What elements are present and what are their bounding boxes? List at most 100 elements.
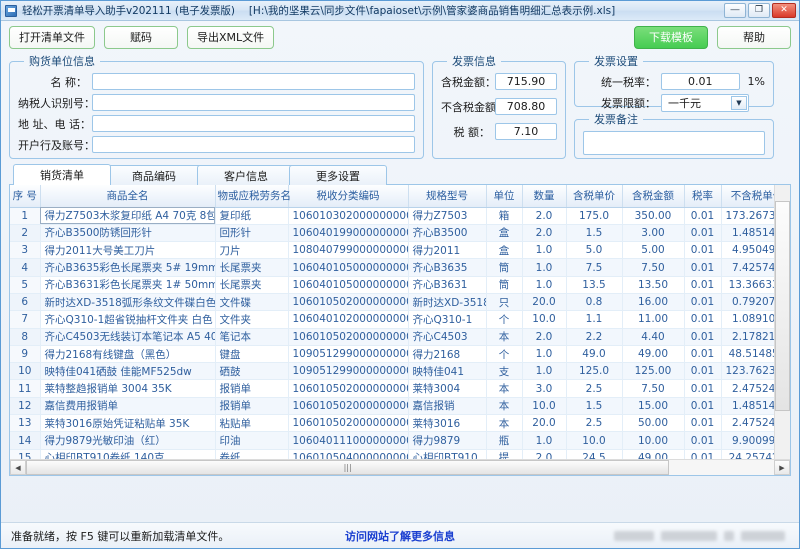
- cell-product-name[interactable]: 齐心C4503无线装订本笔记本 A5 40页: [40, 328, 215, 345]
- cell-tax-incl-price[interactable]: 1.1: [566, 311, 622, 328]
- cell-seq[interactable]: 10: [10, 363, 40, 380]
- grid-vertical-scrollbar[interactable]: [774, 185, 790, 459]
- cell-product-name[interactable]: 得力2168有线键盘（黑色）: [40, 345, 215, 362]
- cell-tax-incl-amount[interactable]: 11.00: [622, 311, 684, 328]
- cell-tax-code[interactable]: 10604019900000000000: [288, 224, 408, 241]
- cell-tax-code[interactable]: 10604010200000000000: [288, 311, 408, 328]
- cell-tax-rate[interactable]: 0.01: [684, 345, 721, 362]
- cell-unit[interactable]: 筒: [486, 276, 522, 293]
- cell-tax-incl-price[interactable]: 24.5: [566, 449, 622, 459]
- cell-product-name[interactable]: 齐心B3500防锈回形针: [40, 224, 215, 241]
- table-row[interactable]: 4齐心B3635彩色长尾票夹 5# 19mm 40只/筒长尾票夹10604010…: [10, 259, 790, 276]
- cell-spec[interactable]: 莱特3016: [408, 415, 486, 432]
- cell-tax-incl-price[interactable]: 2.2: [566, 328, 622, 345]
- cell-tax-rate[interactable]: 0.01: [684, 397, 721, 414]
- cell-tax-incl-price[interactable]: 13.5: [566, 276, 622, 293]
- cell-spec[interactable]: 得力Z7503: [408, 207, 486, 224]
- cell-tax-rate[interactable]: 0.01: [684, 276, 721, 293]
- table-row[interactable]: 8齐心C4503无线装订本笔记本 A5 40页笔记本10601050200000…: [10, 328, 790, 345]
- cell-tax-incl-price[interactable]: 2.5: [566, 415, 622, 432]
- cell-tax-code[interactable]: 10601050200000000000: [288, 328, 408, 345]
- cell-tax-rate[interactable]: 0.01: [684, 259, 721, 276]
- cell-seq[interactable]: 5: [10, 276, 40, 293]
- cell-service-name[interactable]: 长尾票夹: [215, 276, 288, 293]
- buyer-address-input[interactable]: [92, 115, 415, 132]
- cell-tax-incl-amount[interactable]: 4.40: [622, 328, 684, 345]
- cell-unit[interactable]: 盒: [486, 242, 522, 259]
- cell-unit[interactable]: 只: [486, 293, 522, 310]
- cell-spec[interactable]: 得力9879: [408, 432, 486, 449]
- help-button[interactable]: 帮助: [717, 26, 791, 49]
- cell-tax-incl-price[interactable]: 1.5: [566, 397, 622, 414]
- cell-unit[interactable]: 瓶: [486, 432, 522, 449]
- cell-tax-code[interactable]: 10601050400000000000: [288, 449, 408, 459]
- col-header-tax-code[interactable]: 税收分类编码: [288, 185, 408, 207]
- cell-service-name[interactable]: 刀片: [215, 242, 288, 259]
- cell-product-name[interactable]: 莱特3016原始凭证粘贴单 35K: [40, 415, 215, 432]
- cell-tax-rate[interactable]: 0.01: [684, 328, 721, 345]
- cell-spec[interactable]: 新时达XD-3518: [408, 293, 486, 310]
- cell-service-name[interactable]: 笔记本: [215, 328, 288, 345]
- cell-tax-code[interactable]: 10604010500000000000: [288, 276, 408, 293]
- cell-tax-incl-amount[interactable]: 7.50: [622, 259, 684, 276]
- cell-tax-incl-amount[interactable]: 49.00: [622, 345, 684, 362]
- cell-unit[interactable]: 本: [486, 415, 522, 432]
- cell-quantity[interactable]: 1.0: [522, 242, 566, 259]
- tab-sales-list[interactable]: 销货清单: [13, 164, 111, 185]
- cell-tax-code[interactable]: 10601050200000000000: [288, 380, 408, 397]
- cell-service-name[interactable]: 报销单: [215, 397, 288, 414]
- unified-tax-rate-input[interactable]: 0.01: [661, 73, 740, 90]
- cell-service-name[interactable]: 复印纸: [215, 207, 288, 224]
- cell-unit[interactable]: 本: [486, 380, 522, 397]
- assign-code-button[interactable]: 赋码: [104, 26, 178, 49]
- cell-product-name[interactable]: 得力Z7503木浆复印纸 A4 70克 8包: [40, 207, 215, 224]
- cell-unit[interactable]: 盒: [486, 224, 522, 241]
- visit-website-link[interactable]: 访问网站了解更多信息: [345, 528, 455, 544]
- cell-seq[interactable]: 12: [10, 397, 40, 414]
- table-row[interactable]: 12嘉信费用报销单报销单10601050200000000000嘉信报销本10.…: [10, 397, 790, 414]
- buyer-taxid-input[interactable]: [92, 94, 415, 111]
- cell-product-name[interactable]: 得力2011大号美工刀片: [40, 242, 215, 259]
- cell-tax-incl-price[interactable]: 125.0: [566, 363, 622, 380]
- cell-service-name[interactable]: 回形针: [215, 224, 288, 241]
- cell-tax-incl-price[interactable]: 0.8: [566, 293, 622, 310]
- cell-unit[interactable]: 筒: [486, 259, 522, 276]
- cell-quantity[interactable]: 10.0: [522, 397, 566, 414]
- cell-quantity[interactable]: 1.0: [522, 259, 566, 276]
- cell-tax-rate[interactable]: 0.01: [684, 293, 721, 310]
- cell-seq[interactable]: 1: [10, 207, 40, 224]
- col-header-unit[interactable]: 单位: [486, 185, 522, 207]
- buyer-bank-input[interactable]: [92, 136, 415, 153]
- tax-amount-value[interactable]: 7.10: [495, 123, 557, 140]
- table-row[interactable]: 7齐心Q310-1超省锐抽杆文件夹 白色文件夹10604010200000000…: [10, 311, 790, 328]
- table-row[interactable]: 14得力9879光敏印油（红）印油10604011100000000000得力9…: [10, 432, 790, 449]
- cell-seq[interactable]: 9: [10, 345, 40, 362]
- cell-quantity[interactable]: 1.0: [522, 432, 566, 449]
- cell-spec[interactable]: 得力2011: [408, 242, 486, 259]
- cell-tax-incl-price[interactable]: 2.5: [566, 380, 622, 397]
- cell-tax-incl-amount[interactable]: 350.00: [622, 207, 684, 224]
- cell-product-name[interactable]: 齐心Q310-1超省锐抽杆文件夹 白色: [40, 311, 215, 328]
- cell-product-name[interactable]: 映特佳041硒鼓 佳能MF525dw: [40, 363, 215, 380]
- cell-seq[interactable]: 3: [10, 242, 40, 259]
- cell-quantity[interactable]: 10.0: [522, 311, 566, 328]
- cell-seq[interactable]: 7: [10, 311, 40, 328]
- cell-product-name[interactable]: 心相印BT910卷纸 140克: [40, 449, 215, 459]
- cell-tax-rate[interactable]: 0.01: [684, 311, 721, 328]
- cell-unit[interactable]: 本: [486, 328, 522, 345]
- cell-tax-incl-amount[interactable]: 13.50: [622, 276, 684, 293]
- cell-quantity[interactable]: 20.0: [522, 415, 566, 432]
- col-header-tax-rate[interactable]: 税率: [684, 185, 721, 207]
- cell-tax-incl-amount[interactable]: 10.00: [622, 432, 684, 449]
- cell-tax-code[interactable]: 10905129900000000000: [288, 363, 408, 380]
- cell-tax-rate[interactable]: 0.01: [684, 207, 721, 224]
- cell-service-name[interactable]: 文件夹: [215, 311, 288, 328]
- cell-tax-rate[interactable]: 0.01: [684, 432, 721, 449]
- cell-service-name[interactable]: 键盘: [215, 345, 288, 362]
- cell-service-name[interactable]: 粘贴单: [215, 415, 288, 432]
- cell-tax-incl-price[interactable]: 175.0: [566, 207, 622, 224]
- cell-product-name[interactable]: 齐心B3635彩色长尾票夹 5# 19mm 40只/筒: [40, 259, 215, 276]
- col-header-tax-incl-amount[interactable]: 含税金额: [622, 185, 684, 207]
- cell-seq[interactable]: 15: [10, 449, 40, 459]
- cell-service-name[interactable]: 报销单: [215, 380, 288, 397]
